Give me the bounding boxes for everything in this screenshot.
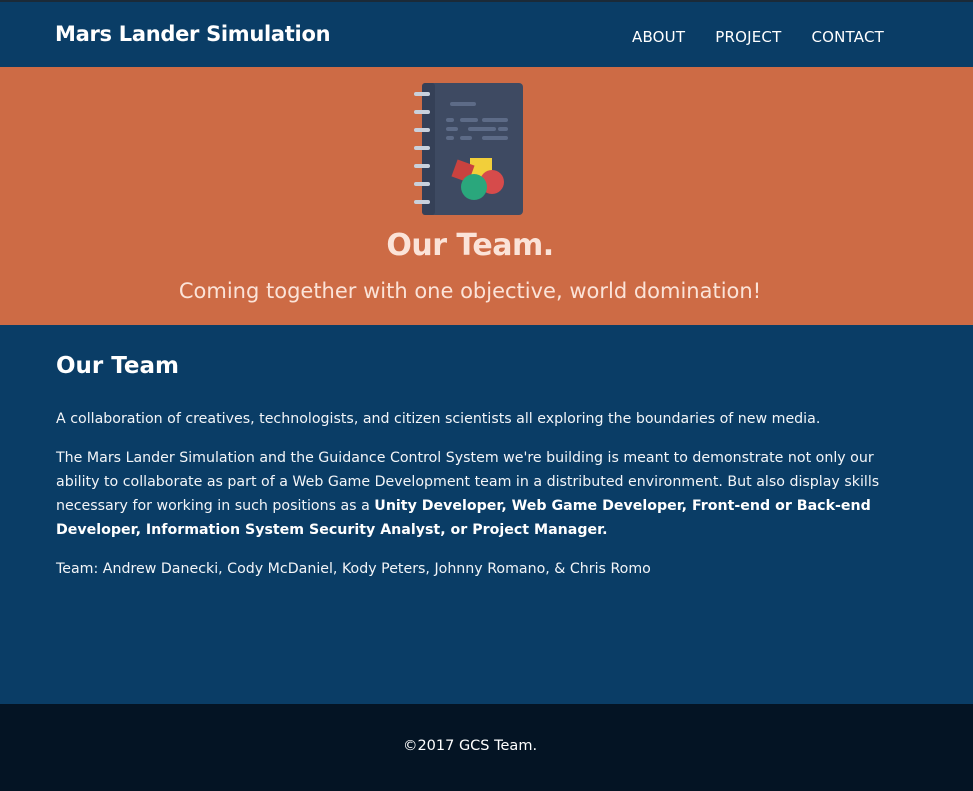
- footer: ©2017 GCS Team.: [0, 704, 973, 791]
- hero-subtitle: Coming together with one objective, worl…: [178, 279, 762, 303]
- navbar: Mars Lander Simulation ABOUT PROJECT CON…: [0, 0, 973, 67]
- intro-paragraph: A collaboration of creatives, technologi…: [56, 411, 821, 427]
- hero-title: Our Team.: [386, 228, 554, 263]
- team-members: Team: Andrew Danecki, Cody McDaniel, Kod…: [56, 561, 651, 577]
- about-section: Our Team A collaboration of creatives, t…: [0, 325, 973, 704]
- nav-link-contact[interactable]: CONTACT: [811, 28, 884, 46]
- section-title: Our Team: [56, 353, 179, 379]
- nav-link-about[interactable]: ABOUT: [632, 28, 685, 46]
- hero-banner: Our Team. Coming together with one objec…: [0, 67, 973, 325]
- copyright-text: ©2017 GCS Team.: [402, 738, 538, 754]
- notebook-icon: [414, 83, 523, 215]
- nav-menu: ABOUT PROJECT CONTACT: [632, 28, 884, 46]
- nav-link-project[interactable]: PROJECT: [715, 28, 781, 46]
- description-paragraph: The Mars Lander Simulation and the Guida…: [56, 446, 896, 542]
- brand-title[interactable]: Mars Lander Simulation: [55, 22, 331, 46]
